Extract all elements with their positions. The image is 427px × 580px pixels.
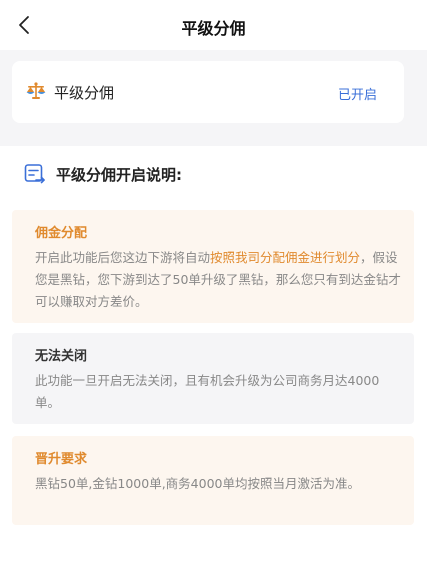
- navigation-bar: 平级分佣: [0, 0, 427, 50]
- status-badge: 已开启: [337, 88, 377, 103]
- section-heading: 平级分佣开启说明:: [56, 166, 182, 184]
- promotion-requirement-block: 晋升要求 黑钻50单,金钻1000单,商务4000单均按照当月激活为准。: [12, 436, 414, 525]
- block-text: 此功能一旦开启无法关闭，且有机会升级为公司商务月达4000单。: [35, 373, 380, 410]
- peer-commission-card[interactable]: 平级分佣 已开启: [12, 61, 404, 123]
- page-title: 平级分佣: [181, 19, 246, 38]
- commission-allocation-block: 佣金分配 开启此功能后您这边下游将自动按照我司分配佣金进行划分，假设您是黑钻，您…: [12, 210, 414, 323]
- block-text: 开启此功能后您这边下游将自动按照我司分配佣金进行划分，假设您是黑钻，您下游到达了…: [35, 247, 402, 313]
- cannot-disable-block: 无法关闭 此功能一旦开启无法关闭，且有机会升级为公司商务月达4000单。: [12, 333, 414, 424]
- block-text-part: 开启此功能后您这边下游将自动: [35, 250, 211, 265]
- block-title: 晋升要求: [35, 452, 88, 467]
- block-text-highlight: 按照我司分配佣金进行划分: [210, 250, 361, 265]
- balance-scale-icon: [26, 82, 46, 99]
- note-arrow-icon: [24, 164, 45, 184]
- block-text: 黑钻50单,金钻1000单,商务4000单均按照当月激活为准。: [35, 476, 360, 491]
- block-title: 无法关闭: [35, 349, 88, 364]
- peer-commission-label: 平级分佣: [54, 84, 115, 102]
- block-title: 佣金分配: [35, 226, 88, 241]
